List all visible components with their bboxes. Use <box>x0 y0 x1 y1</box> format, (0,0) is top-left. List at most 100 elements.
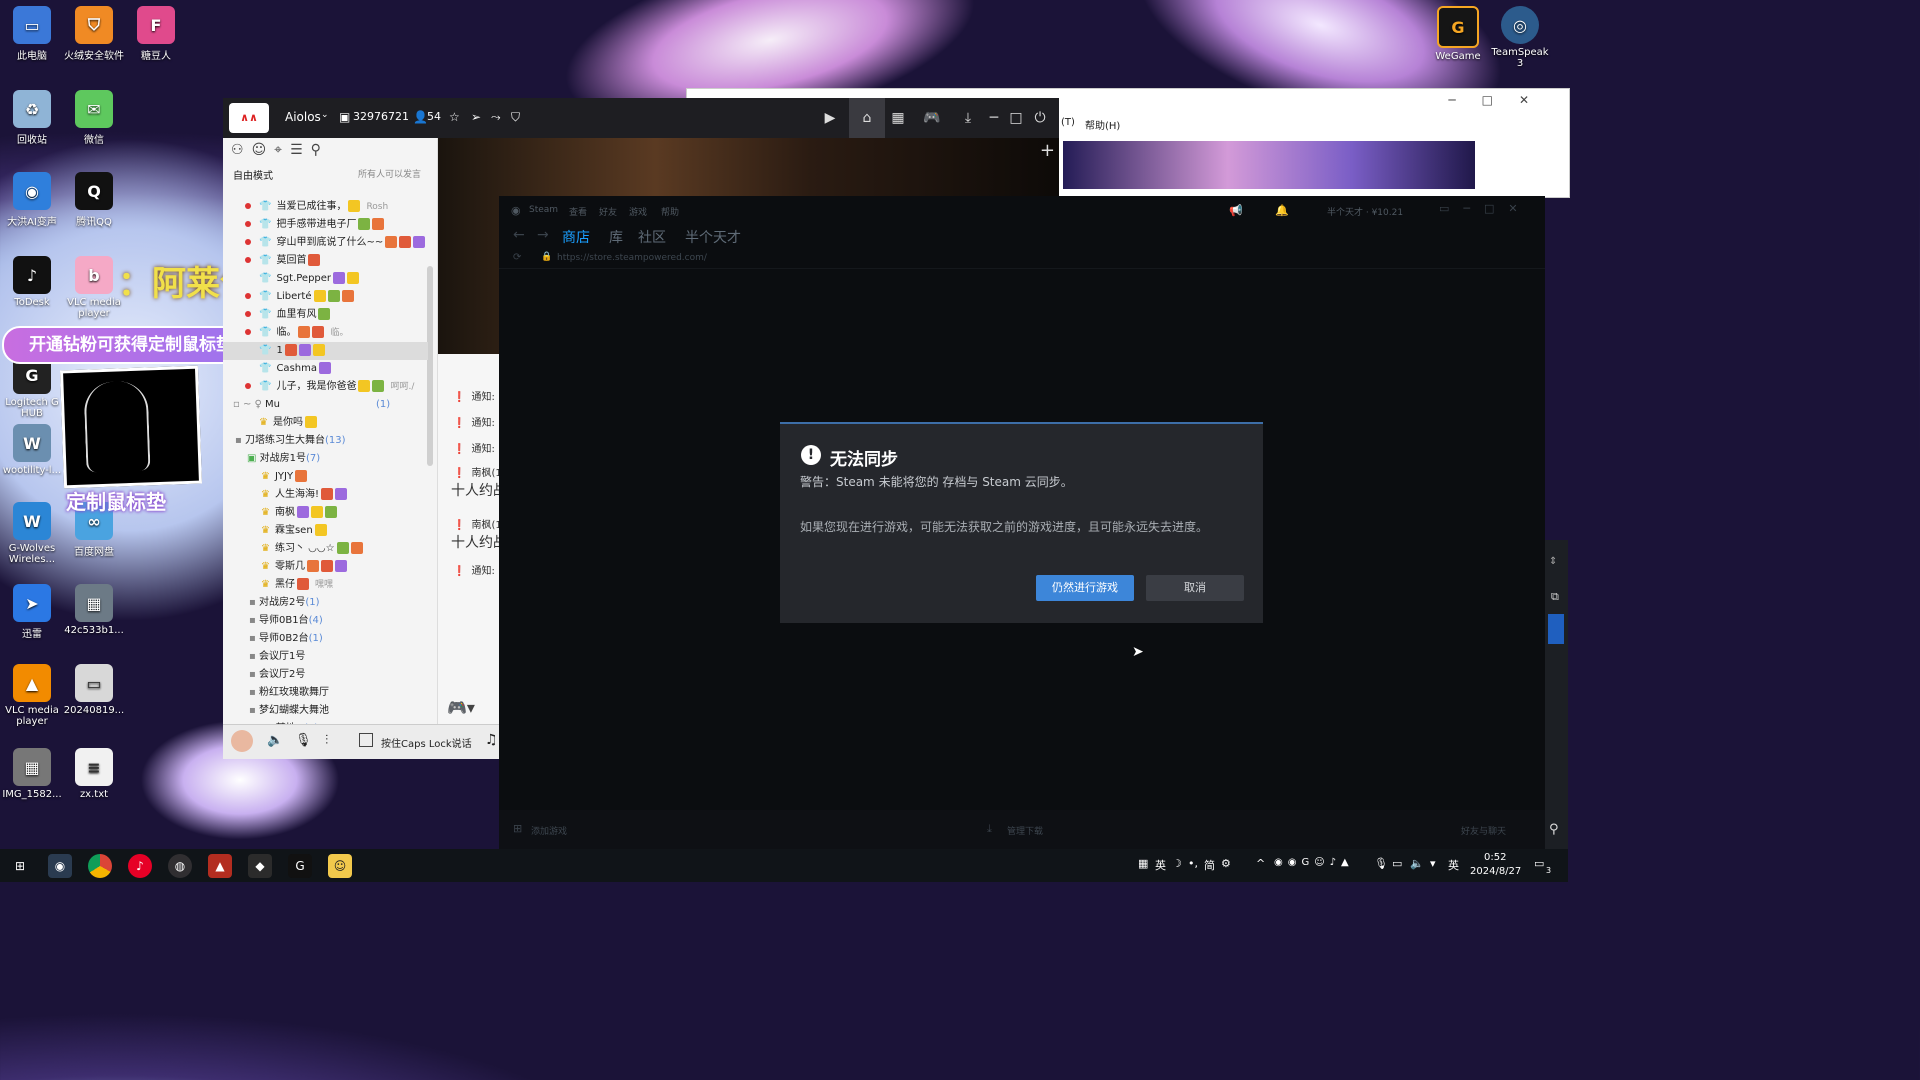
logitech-taskbar-icon[interactable]: G <box>288 854 312 878</box>
steam-tab-store[interactable]: 商店 <box>562 227 590 247</box>
manage-downloads-button[interactable]: 管理下载 <box>1007 824 1043 837</box>
sub-member-row[interactable]: ♛ 练习丶 ◡◡☆ <box>223 540 428 558</box>
promo-banner[interactable]: 开通钻粉可获得定制鼠标垫 <box>2 326 260 364</box>
ime-simplified[interactable]: 简 <box>1204 857 1215 873</box>
steam-menu-games[interactable]: 游戏 <box>629 205 647 218</box>
desktop-icon[interactable]: ♻ 回收站 <box>0 90 64 146</box>
volume-icon[interactable]: 🔈 <box>1410 857 1424 870</box>
desktop-icon[interactable]: ▦ IMG_1582... <box>0 748 64 800</box>
location-icon[interactable]: ⌖ <box>274 142 290 158</box>
clock-date[interactable]: 2024/8/27 <box>1470 866 1521 877</box>
scroll-arrows-icon[interactable]: ⇕ <box>1549 556 1557 567</box>
power-icon[interactable]: ⏻ <box>1029 107 1051 129</box>
sub-member-row[interactable]: ♛ 南枫 <box>223 504 428 522</box>
channel-sidebar[interactable]: ⚇☺⌖☰⚲ 自由模式 所有人可以发言 👕 当爱已成往事， Rosh 👕 把手感带进电子厂… <box>223 138 438 758</box>
room-item[interactable]: ▪ 会议厅1号 <box>223 648 428 666</box>
desktop-icon[interactable]: ▲ VLC media player <box>0 664 64 727</box>
desktop-icon[interactable]: Wwootility-l... <box>0 424 64 476</box>
desktop-icon-wegame[interactable]: G WeGame <box>1426 6 1490 62</box>
wifi-icon[interactable]: ▾ <box>1430 857 1436 870</box>
desktop-icon[interactable]: ▦ 42c533b1... <box>62 584 126 636</box>
speaker-icon[interactable]: 🔈 <box>267 733 283 748</box>
menu-tools[interactable]: (T) <box>1061 117 1075 128</box>
sub-member-row[interactable]: ♛ 零斯几 <box>223 558 428 576</box>
gesture-icon[interactable]: ➢ <box>471 110 481 124</box>
equalizer-icon[interactable]: ⫶ <box>325 733 328 748</box>
forward-icon[interactable]: → <box>537 227 549 243</box>
sub-member-row[interactable]: ♛ 人生海海! <box>223 486 428 504</box>
avatar[interactable] <box>231 730 253 752</box>
steam-tab-profile[interactable]: 半个天才 <box>685 227 741 247</box>
home-icon[interactable]: ⌂ <box>849 98 885 138</box>
panel-button-icon[interactable]: ⧉ <box>1551 590 1559 604</box>
clock-time[interactable]: 0:52 <box>1484 852 1506 863</box>
ime-moon-icon[interactable]: ☽ <box>1172 857 1182 870</box>
share-icon[interactable]: ⤳ <box>491 110 501 125</box>
member-row[interactable]: 👕 儿子，我是你爸爸 呵呵./ <box>223 378 428 396</box>
desktop-icon[interactable]: ≡ zx.txt <box>62 748 126 800</box>
member-row[interactable]: 👕 莫回首 <box>223 252 428 270</box>
cancel-button[interactable]: 取消 <box>1146 575 1244 601</box>
back-icon[interactable]: ← <box>513 227 525 243</box>
add-game-icon[interactable]: ⊞ <box>513 822 522 835</box>
room-item[interactable]: ▪ 粉红玫瑰歌舞厅 <box>223 684 428 702</box>
desktop-icon[interactable]: ▭ 此电脑 <box>0 6 64 62</box>
ime-punctuation-icon[interactable]: •, <box>1188 857 1198 870</box>
microphone-icon[interactable]: 🎙 <box>295 733 312 748</box>
desktop-icon[interactable]: ▭ 20240819... <box>62 664 126 716</box>
friends-chat-button[interactable]: 好友与聊天 <box>1461 824 1506 837</box>
panel-highlight[interactable] <box>1548 614 1564 644</box>
controller-icon[interactable]: 🎮▾ <box>447 698 475 717</box>
tray-app-icons[interactable]: ◉◉G☺♪▲ <box>1274 857 1354 868</box>
music-icon[interactable]: ♫ <box>485 732 498 748</box>
room-item[interactable]: ▣ 对战房1号(7) <box>223 450 428 468</box>
ime-english[interactable]: 英 <box>1155 857 1166 873</box>
steam-menu-help[interactable]: 帮助 <box>661 205 679 218</box>
netease-music-icon[interactable]: ♪ <box>128 854 152 878</box>
username-menu[interactable]: Aiolos <box>285 110 321 124</box>
gamepad-icon[interactable]: 🎮 <box>921 107 943 129</box>
member-row[interactable]: 👕 把手感带进电子厂 <box>223 216 428 234</box>
add-game-button[interactable]: 添加游戏 <box>531 824 567 837</box>
search-icon[interactable]: ⚲ <box>1549 822 1559 837</box>
add-icon[interactable]: + <box>1040 140 1055 161</box>
member-row[interactable]: 👕 临。 临。 <box>223 324 428 342</box>
shield-badge-icon[interactable]: ⛉ <box>511 110 520 125</box>
tray-expand-icon[interactable]: ^ <box>1256 857 1265 870</box>
download-icon[interactable]: ⤓ <box>957 107 979 129</box>
game-launcher-icon[interactable]: ▲ <box>208 854 232 878</box>
maximize-icon[interactable]: □ <box>1005 107 1027 129</box>
steam-tab-community[interactable]: 社区 <box>638 227 666 247</box>
downloads-icon[interactable]: ⤓ <box>987 822 992 836</box>
start-menu-icon[interactable]: ⊞ <box>8 854 32 878</box>
room-item[interactable]: ▪ 导师0B1台(4) <box>223 612 428 630</box>
steam-taskbar-icon[interactable]: ◉ <box>48 854 72 878</box>
layout-icon[interactable]: ▦ <box>887 107 909 129</box>
microphone-tray-icon[interactable]: 🎙 <box>1374 857 1388 870</box>
steam-window-controls[interactable]: ▭─□✕ <box>1439 202 1532 215</box>
steam-user-chip[interactable]: 半个天才 · ¥10.21 <box>1307 205 1403 218</box>
obs-icon[interactable]: ◍ <box>168 854 192 878</box>
member-row[interactable]: 👕 穿山甲到底说了什么~~ <box>223 234 428 252</box>
desktop-icon-teamspeak[interactable]: ◎ TeamSpeak 3 <box>1488 6 1552 69</box>
desktop-icon[interactable]: W G-Wolves Wireles... <box>0 502 64 565</box>
star-icon[interactable]: ☆ <box>449 110 460 124</box>
ime-grid-icon[interactable]: ▦ <box>1138 857 1148 870</box>
dota-icon[interactable]: ◆ <box>248 854 272 878</box>
member-row[interactable]: 👕 Sgt.Pepper <box>223 270 428 288</box>
checkbox-icon[interactable] <box>359 733 373 747</box>
member-row[interactable]: 👕 当爱已成往事， Rosh <box>223 198 428 216</box>
steam-url[interactable]: https://store.steampowered.com/ <box>557 253 707 263</box>
sub-member-row[interactable]: ♛ JYJY <box>223 468 428 486</box>
desktop-icon[interactable]: ◉ 大洪AI变声 <box>0 172 64 228</box>
room-item[interactable]: ▪ 会议厅2号 <box>223 666 428 684</box>
room-item[interactable]: ▪ 对战房2号(1) <box>223 594 428 612</box>
desktop-icon[interactable]: ➤ 迅雷 <box>0 584 64 640</box>
room-item[interactable]: ▪ 导师0B2台(1) <box>223 630 428 648</box>
desktop-icon[interactable]: b VLC media player <box>62 256 126 319</box>
member-row[interactable]: ▫ ~ ♀ Mu (1) <box>223 396 428 414</box>
member-row[interactable]: ♛ 是你吗 <box>223 414 428 432</box>
desktop-icon[interactable]: ♪ ToDesk <box>0 256 64 308</box>
desktop-icon[interactable]: Q 腾讯QQ <box>62 172 126 228</box>
chat-icon[interactable]: ☺ <box>252 142 275 158</box>
